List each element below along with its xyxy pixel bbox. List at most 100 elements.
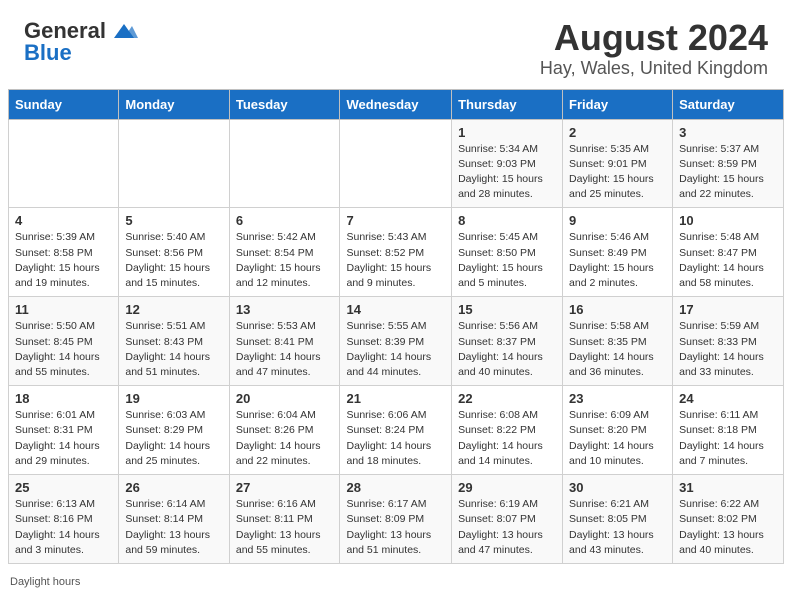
calendar-cell <box>340 119 452 208</box>
calendar-cell: 10 Sunrise: 5:48 AMSunset: 8:47 PMDayligh… <box>673 208 784 297</box>
day-info: Sunrise: 6:03 AMSunset: 8:29 PMDaylight:… <box>125 408 222 469</box>
calendar-week-row: 18 Sunrise: 6:01 AMSunset: 8:31 PMDayligh… <box>9 386 784 475</box>
day-info: Sunrise: 6:04 AMSunset: 8:26 PMDaylight:… <box>236 408 334 469</box>
page-title: August 2024 <box>540 18 768 58</box>
day-number: 14 <box>346 302 445 317</box>
day-number: 27 <box>236 480 334 495</box>
calendar-cell: 27Sunrise: 6:16 AMSunset: 8:11 PMDayligh… <box>229 475 340 564</box>
day-info: Sunrise: 5:50 AMSunset: 8:45 PMDaylight:… <box>15 319 112 380</box>
calendar-cell: 23 Sunrise: 6:09 AMSunset: 8:20 PMDayligh… <box>563 386 673 475</box>
day-info: Sunrise: 5:34 AMSunset: 9:03 PMDaylight:… <box>458 142 556 203</box>
day-number: 23 <box>569 391 666 406</box>
calendar-cell: 20 Sunrise: 6:04 AMSunset: 8:26 PMDayligh… <box>229 386 340 475</box>
day-info: Sunrise: 5:59 AMSunset: 8:33 PMDaylight:… <box>679 319 777 380</box>
footer-note: Daylight hours <box>0 572 792 594</box>
calendar-cell: 25 Sunrise: 6:13 AMSunset: 8:16 PMDayligh… <box>9 475 119 564</box>
col-header-thursday: Thursday <box>452 89 563 119</box>
page-header: General Blue August 2024 Hay, Wales, Uni… <box>0 0 792 89</box>
day-number: 1 <box>458 125 556 140</box>
calendar-cell: 31Sunrise: 6:22 AMSunset: 8:02 PMDayligh… <box>673 475 784 564</box>
calendar-cell: 19 Sunrise: 6:03 AMSunset: 8:29 PMDayligh… <box>119 386 229 475</box>
calendar-cell: 18 Sunrise: 6:01 AMSunset: 8:31 PMDayligh… <box>9 386 119 475</box>
calendar-cell <box>9 119 119 208</box>
page-subtitle: Hay, Wales, United Kingdom <box>540 58 768 79</box>
day-number: 30 <box>569 480 666 495</box>
day-number: 2 <box>569 125 666 140</box>
day-number: 3 <box>679 125 777 140</box>
day-info: Sunrise: 5:48 AMSunset: 8:47 PMDaylight:… <box>679 230 777 291</box>
calendar-cell: 9Sunrise: 5:46 AMSunset: 8:49 PMDaylight… <box>563 208 673 297</box>
title-area: August 2024 Hay, Wales, United Kingdom <box>540 18 768 79</box>
calendar-cell <box>119 119 229 208</box>
calendar-cell: 2 Sunrise: 5:35 AMSunset: 9:01 PMDaylight… <box>563 119 673 208</box>
calendar-cell: 6 Sunrise: 5:42 AMSunset: 8:54 PMDaylight… <box>229 208 340 297</box>
day-info: Sunrise: 5:40 AMSunset: 8:56 PMDaylight:… <box>125 230 222 291</box>
day-info: Sunrise: 6:13 AMSunset: 8:16 PMDaylight:… <box>15 497 112 558</box>
day-number: 11 <box>15 302 112 317</box>
day-number: 20 <box>236 391 334 406</box>
calendar-cell: 3Sunrise: 5:37 AMSunset: 8:59 PMDaylight… <box>673 119 784 208</box>
day-number: 6 <box>236 213 334 228</box>
day-info: Sunrise: 5:43 AMSunset: 8:52 PMDaylight:… <box>346 230 445 291</box>
calendar-cell: 21Sunrise: 6:06 AMSunset: 8:24 PMDayligh… <box>340 386 452 475</box>
day-info: Sunrise: 6:21 AMSunset: 8:05 PMDaylight:… <box>569 497 666 558</box>
calendar-cell <box>229 119 340 208</box>
day-number: 19 <box>125 391 222 406</box>
calendar-cell: 28 Sunrise: 6:17 AMSunset: 8:09 PMDayligh… <box>340 475 452 564</box>
logo: General Blue <box>24 18 138 66</box>
day-number: 9 <box>569 213 666 228</box>
calendar-cell: 13 Sunrise: 5:53 AMSunset: 8:41 PMDayligh… <box>229 297 340 386</box>
day-info: Sunrise: 6:14 AMSunset: 8:14 PMDaylight:… <box>125 497 222 558</box>
calendar-cell: 29Sunrise: 6:19 AMSunset: 8:07 PMDayligh… <box>452 475 563 564</box>
day-number: 28 <box>346 480 445 495</box>
logo-icon <box>110 22 138 40</box>
day-info: Sunrise: 6:08 AMSunset: 8:22 PMDaylight:… <box>458 408 556 469</box>
day-number: 31 <box>679 480 777 495</box>
day-number: 10 <box>679 213 777 228</box>
day-info: Sunrise: 5:42 AMSunset: 8:54 PMDaylight:… <box>236 230 334 291</box>
calendar-cell: 5 Sunrise: 5:40 AMSunset: 8:56 PMDaylight… <box>119 208 229 297</box>
calendar-cell: 8 Sunrise: 5:45 AMSunset: 8:50 PMDaylight… <box>452 208 563 297</box>
day-info: Sunrise: 5:53 AMSunset: 8:41 PMDaylight:… <box>236 319 334 380</box>
day-info: Sunrise: 6:17 AMSunset: 8:09 PMDaylight:… <box>346 497 445 558</box>
day-number: 25 <box>15 480 112 495</box>
calendar-header-row: SundayMondayTuesdayWednesdayThursdayFrid… <box>9 89 784 119</box>
calendar-cell: 14 Sunrise: 5:55 AMSunset: 8:39 PMDayligh… <box>340 297 452 386</box>
calendar-cell: 15Sunrise: 5:56 AMSunset: 8:37 PMDayligh… <box>452 297 563 386</box>
day-number: 24 <box>679 391 777 406</box>
calendar-cell: 12Sunrise: 5:51 AMSunset: 8:43 PMDayligh… <box>119 297 229 386</box>
day-number: 22 <box>458 391 556 406</box>
day-number: 17 <box>679 302 777 317</box>
calendar-wrapper: SundayMondayTuesdayWednesdayThursdayFrid… <box>0 89 792 572</box>
col-header-wednesday: Wednesday <box>340 89 452 119</box>
calendar-cell: 24 Sunrise: 6:11 AMSunset: 8:18 PMDayligh… <box>673 386 784 475</box>
calendar-cell: 17 Sunrise: 5:59 AMSunset: 8:33 PMDayligh… <box>673 297 784 386</box>
day-info: Sunrise: 5:39 AMSunset: 8:58 PMDaylight:… <box>15 230 112 291</box>
day-info: Sunrise: 6:09 AMSunset: 8:20 PMDaylight:… <box>569 408 666 469</box>
day-number: 13 <box>236 302 334 317</box>
day-info: Sunrise: 5:45 AMSunset: 8:50 PMDaylight:… <box>458 230 556 291</box>
calendar-cell: 11 Sunrise: 5:50 AMSunset: 8:45 PMDayligh… <box>9 297 119 386</box>
day-info: Sunrise: 6:06 AMSunset: 8:24 PMDaylight:… <box>346 408 445 469</box>
day-info: Sunrise: 5:55 AMSunset: 8:39 PMDaylight:… <box>346 319 445 380</box>
calendar-cell: 7Sunrise: 5:43 AMSunset: 8:52 PMDaylight… <box>340 208 452 297</box>
day-number: 26 <box>125 480 222 495</box>
col-header-tuesday: Tuesday <box>229 89 340 119</box>
calendar-cell: 16Sunrise: 5:58 AMSunset: 8:35 PMDayligh… <box>563 297 673 386</box>
logo-blue: Blue <box>24 40 72 66</box>
calendar-cell: 30 Sunrise: 6:21 AMSunset: 8:05 PMDayligh… <box>563 475 673 564</box>
day-number: 5 <box>125 213 222 228</box>
calendar-week-row: 1 Sunrise: 5:34 AMSunset: 9:03 PMDaylight… <box>9 119 784 208</box>
day-info: Sunrise: 5:51 AMSunset: 8:43 PMDaylight:… <box>125 319 222 380</box>
day-number: 16 <box>569 302 666 317</box>
day-info: Sunrise: 6:11 AMSunset: 8:18 PMDaylight:… <box>679 408 777 469</box>
calendar-cell: 4Sunrise: 5:39 AMSunset: 8:58 PMDaylight… <box>9 208 119 297</box>
day-info: Sunrise: 5:35 AMSunset: 9:01 PMDaylight:… <box>569 142 666 203</box>
calendar-week-row: 11 Sunrise: 5:50 AMSunset: 8:45 PMDayligh… <box>9 297 784 386</box>
day-number: 8 <box>458 213 556 228</box>
day-number: 18 <box>15 391 112 406</box>
day-number: 29 <box>458 480 556 495</box>
footer-text: Daylight hours <box>10 576 80 588</box>
calendar-week-row: 4Sunrise: 5:39 AMSunset: 8:58 PMDaylight… <box>9 208 784 297</box>
day-info: Sunrise: 6:01 AMSunset: 8:31 PMDaylight:… <box>15 408 112 469</box>
